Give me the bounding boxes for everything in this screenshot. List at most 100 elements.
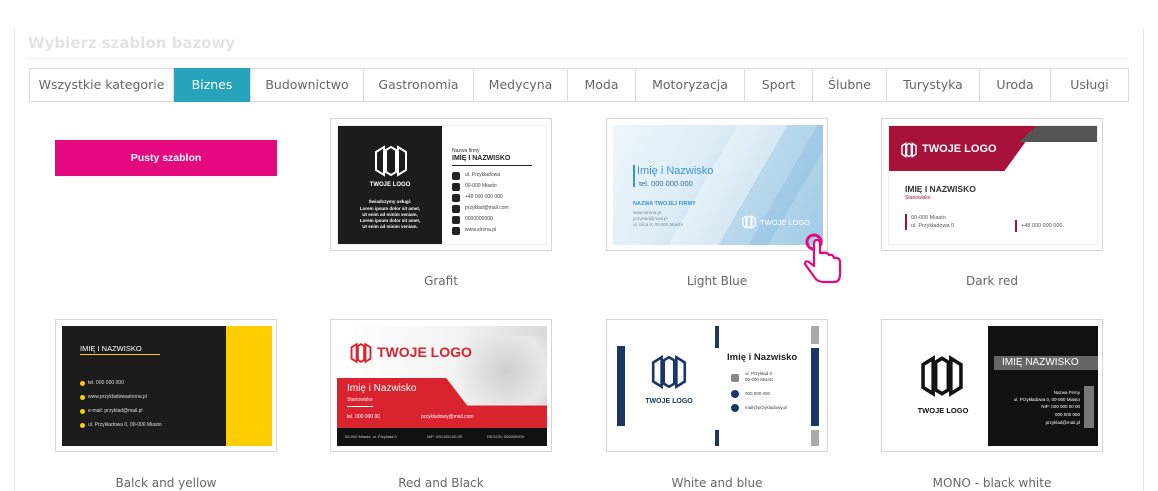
tab-moda[interactable]: Moda [568, 69, 636, 101]
info-line: ul. ulica 0, 00-000 Miasto [633, 222, 684, 227]
card-preview: Imię i Nazwisko tel. 000 000 000 NAZWA T… [613, 125, 823, 245]
position: Stanowisko [905, 195, 931, 201]
contact-line: przyklad@mail.com [465, 205, 509, 211]
contact-line: 0000000000 [465, 216, 493, 222]
black-panel [988, 326, 1098, 446]
globe-icon [452, 227, 460, 235]
tab-sport[interactable]: Sport [745, 69, 813, 101]
divider [80, 354, 160, 355]
gray-bar [811, 326, 819, 344]
address-line: ul. Przykładowa 0 [911, 223, 955, 229]
person-name: IMIĘ I NAZWISKO [905, 184, 976, 194]
logo-icon [921, 355, 963, 397]
company-name: NAZWA TWOJEJ FIRMY [633, 201, 696, 207]
building-icon [452, 183, 460, 191]
yellow-strip [226, 326, 272, 446]
caption-black-yellow: Balck and yellow [115, 476, 217, 490]
caption-light-blue: Light Blue [686, 274, 748, 288]
info-line: przyklad@mail.pl [1045, 420, 1080, 425]
card-preview: TWOJE LOGO Imię i Nazwisko Stanowisko te… [337, 326, 547, 446]
contact-line: 00-000 Miasto [745, 377, 774, 382]
hand-pointer-icon [803, 233, 842, 284]
info-line: NIP: 000 000 00 00 [1041, 404, 1080, 409]
tab-biznes[interactable]: Biznes [174, 68, 251, 102]
tab-medycyna[interactable]: Medycyna [474, 69, 568, 101]
info-line: ul. Przykładowa 0, 00-000 Miasto [1013, 397, 1080, 402]
phone: tel. 000 000 000 [639, 179, 693, 188]
navy-bar [811, 348, 819, 426]
template-mono[interactable]: TWOJE LOGO IMIĘ NAZWISKO Nazwa Firmy ul.… [881, 319, 1103, 452]
footer-line: 00-000 Miasto, ul. Przykład 0 [345, 434, 397, 439]
mail-icon [80, 409, 85, 414]
phone-icon [452, 194, 460, 202]
tab-turystyka[interactable]: Turystyka [887, 69, 980, 101]
contact-line: www.przykladowastrona.pl [88, 394, 147, 400]
contact-line: ul. Przykładowa 0, 00-000 Miasto [88, 422, 162, 428]
contact-line: ul. Przykładowa [465, 172, 501, 178]
caption-dark-red: Dark red [966, 274, 1018, 288]
tab-uslugi[interactable]: Usługi [1051, 69, 1128, 101]
service-line: Ut enim ad minim veniam. [362, 224, 418, 229]
service-line: Ut enim ad minim veniam, [362, 212, 418, 217]
services-title: Świadczymy usługi: [368, 199, 412, 204]
service-line: Lorem ipsum dolor sit amet, [359, 206, 421, 211]
contact-line: ul. Przykład 0 [745, 371, 773, 376]
location-icon [731, 374, 739, 382]
contact-line: e-mail: przyklad@mail.pl [88, 408, 143, 414]
footer-line: REGON: 000000000 [487, 434, 524, 439]
contact-line: www.strona.pl [465, 227, 497, 233]
person-name: Imię i Nazwisko [727, 352, 798, 363]
template-red-black[interactable]: TWOJE LOGO Imię i Nazwisko Stanowisko te… [330, 319, 552, 452]
card-preview: IMIĘ I NAZWISKO tel. 000 000 000 www.prz… [62, 326, 272, 446]
email: przykladowy@mail.com [421, 414, 474, 420]
divider [28, 58, 1128, 59]
gray-bar [811, 430, 819, 446]
info-line: przyklad@mail.pl [633, 216, 668, 221]
template-white-blue[interactable]: TWOJE LOGO Imię i Nazwisko ul. Przykład … [606, 319, 828, 452]
phone: +48 000 000 000 [1021, 223, 1063, 229]
tab-slubne[interactable]: Ślubne [813, 69, 887, 101]
navy-bar [715, 430, 719, 446]
info-line: www.strona.pl [633, 210, 662, 215]
template-light-blue[interactable]: Imię i Nazwisko tel. 000 000 000 NAZWA T… [606, 118, 828, 251]
address-line: 00-000 Miasto [911, 215, 946, 221]
person-name: IMIĘ I NAZWISKO [80, 344, 142, 353]
tab-all[interactable]: Wszystkie kategorie [30, 69, 174, 101]
logo-icon [375, 145, 407, 177]
location-icon [452, 172, 460, 180]
caption-red-black: Red and Black [398, 476, 484, 490]
caption-grafit: Grafit [424, 274, 458, 288]
contact-line: 00-000 Miasto [465, 183, 497, 189]
card-preview: TWOJE LOGO Imię i Nazwisko ul. Przykład … [613, 326, 823, 446]
logo-icon [742, 215, 756, 229]
tab-budownictwo[interactable]: Budownictwo [251, 69, 364, 101]
navy-bar [715, 326, 719, 348]
footer-line: NIP: 000-000-00-00 [427, 434, 463, 439]
tab-uroda[interactable]: Uroda [980, 69, 1051, 101]
info-line: 000 000 000 [1054, 412, 1080, 417]
section-heading: Wybierz szablon bazowy [28, 34, 236, 52]
tab-gastronomia[interactable]: Gastronomia [364, 69, 474, 101]
template-dark-red[interactable]: TWOJE LOGO IMIĘ I NAZWISKO Stanowisko 00… [881, 118, 1103, 251]
accent-bar [905, 214, 907, 230]
card-preview: TWOJE LOGO Świadczymy usługi: Lorem ipsu… [337, 125, 547, 245]
mail-icon [452, 205, 460, 213]
logo-text: TWOJE LOGO [369, 182, 411, 188]
accent-bar [633, 165, 635, 187]
info-line: Nazwa Firmy [1053, 390, 1080, 395]
contact-line: tel. 000 000 000 [88, 380, 124, 386]
id-icon [452, 216, 460, 224]
template-black-yellow[interactable]: IMIĘ I NAZWISKO tel. 000 000 000 www.prz… [55, 319, 277, 452]
template-grafit[interactable]: TWOJE LOGO Świadczymy usługi: Lorem ipsu… [330, 118, 552, 251]
empty-template-button[interactable]: Pusty szablon [55, 140, 277, 176]
logo-text: TWOJE LOGO [917, 406, 969, 415]
mail-icon [731, 404, 739, 412]
location-icon [80, 423, 85, 428]
logo-icon [901, 142, 917, 158]
divider [347, 406, 373, 407]
logo-text: TWOJE LOGO [922, 143, 997, 155]
category-tabs: Wszystkie kategorie Biznes Budownictwo G… [29, 68, 1129, 102]
tab-motoryzacja[interactable]: Motoryzacja [636, 69, 745, 101]
position: Stanowisko [347, 397, 373, 403]
card-preview: TWOJE LOGO IMIĘ NAZWISKO Nazwa Firmy ul.… [888, 326, 1098, 446]
